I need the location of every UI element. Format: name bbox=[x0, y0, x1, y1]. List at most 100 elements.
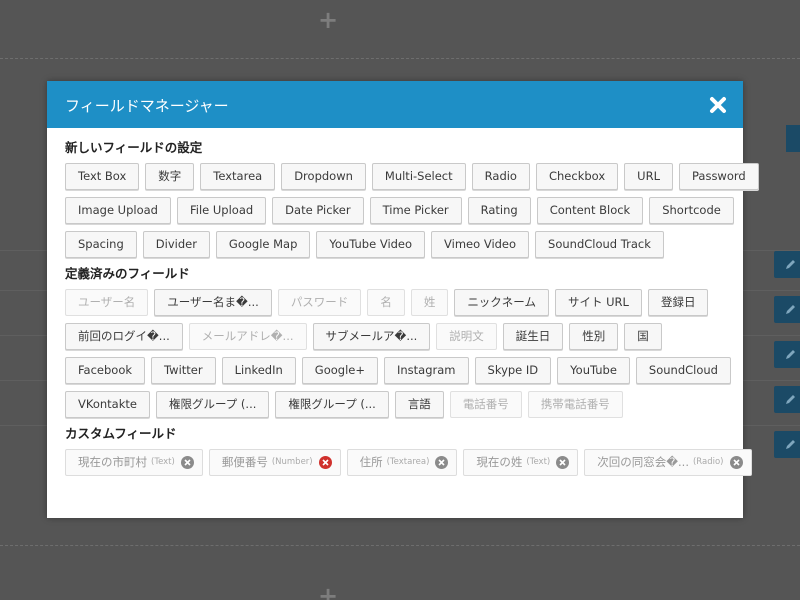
predefined-phone-button: 電話番号 bbox=[449, 391, 522, 418]
add-image-upload-button[interactable]: Image Upload bbox=[65, 197, 171, 224]
background-button[interactable] bbox=[786, 125, 800, 152]
add-multi-select-button[interactable]: Multi-Select bbox=[371, 163, 466, 190]
predefined-last-name-button: 姓 bbox=[410, 289, 449, 316]
predefined-registered-date-button[interactable]: 登録日 bbox=[647, 289, 709, 316]
pencil-icon bbox=[786, 440, 795, 449]
custom-field-next-reunion[interactable]: 次回の同窓会�... (Radio) bbox=[584, 449, 752, 476]
custom-field-label: 現在の市町村 bbox=[78, 455, 147, 469]
add-textarea-button[interactable]: Textarea bbox=[200, 163, 276, 190]
add-checkbox-button[interactable]: Checkbox bbox=[535, 163, 619, 190]
divider bbox=[0, 58, 800, 59]
remove-icon[interactable] bbox=[556, 456, 570, 469]
predefined-role-group-button[interactable]: 権限グループ (... bbox=[275, 391, 389, 418]
add-soundcloud-track-button[interactable]: SoundCloud Track bbox=[535, 231, 664, 258]
modal-body: 新しいフィールドの設定 Text Box 数字 Textarea Dropdow… bbox=[47, 128, 759, 476]
custom-field-type: (Text) bbox=[151, 457, 175, 467]
add-text-box-button[interactable]: Text Box bbox=[65, 163, 140, 190]
section-title-new-fields: 新しいフィールドの設定 bbox=[65, 140, 203, 155]
custom-field-current-last-name[interactable]: 現在の姓 (Text) bbox=[463, 449, 579, 476]
predefined-username-button: ユーザー名 bbox=[65, 289, 149, 316]
add-rating-button[interactable]: Rating bbox=[467, 197, 531, 224]
predefined-google-plus-button[interactable]: Google+ bbox=[301, 357, 378, 384]
remove-icon[interactable] bbox=[435, 456, 449, 469]
predefined-username-or-email-button[interactable]: ユーザー名ま�... bbox=[154, 289, 272, 316]
new-field-row: Image Upload File Upload Date Picker Tim… bbox=[65, 197, 734, 224]
custom-field-label: 住所 bbox=[359, 455, 383, 469]
add-number-button[interactable]: 数字 bbox=[145, 163, 195, 190]
section-title-custom: カスタムフィールド bbox=[65, 426, 177, 441]
section-title-predefined: 定義済みのフィールド bbox=[65, 266, 190, 281]
predefined-password-button: パスワード bbox=[277, 289, 362, 316]
custom-field-label: 郵便番号 bbox=[221, 455, 268, 469]
custom-field-postal-code[interactable]: 郵便番号 (Number) bbox=[208, 449, 341, 476]
predefined-mobile-phone-button: 携帯電話番号 bbox=[527, 391, 623, 418]
edit-button[interactable] bbox=[774, 341, 800, 368]
custom-field-type: (Number) bbox=[271, 457, 313, 467]
predefined-field-row: ユーザー名 ユーザー名ま�... パスワード 名 姓 ニックネーム サイト UR… bbox=[65, 289, 725, 316]
add-divider-button[interactable]: Divider bbox=[142, 231, 210, 258]
edit-button[interactable] bbox=[774, 386, 800, 413]
field-manager-modal: フィールドマネージャー 新しいフィールドの設定 Text Box 数字 Text… bbox=[47, 81, 759, 518]
pencil-icon bbox=[786, 350, 795, 359]
predefined-twitter-button[interactable]: Twitter bbox=[151, 357, 216, 384]
predefined-birthdate-button[interactable]: 誕生日 bbox=[502, 323, 564, 350]
predefined-first-name-button: 名 bbox=[367, 289, 405, 316]
add-date-picker-button[interactable]: Date Picker bbox=[272, 197, 364, 224]
add-spacing-button[interactable]: Spacing bbox=[65, 231, 137, 258]
predefined-field-row: VKontakte 権限グループ (... 権限グループ (... 言語 電話番… bbox=[65, 391, 725, 418]
predefined-secondary-email-button[interactable]: サブメールア�... bbox=[312, 323, 431, 350]
predefined-facebook-button[interactable]: Facebook bbox=[65, 357, 146, 384]
predefined-linkedin-button[interactable]: LinkedIn bbox=[221, 357, 296, 384]
custom-field-current-city[interactable]: 現在の市町村 (Text) bbox=[65, 449, 203, 476]
new-field-row: Spacing Divider Google Map YouTube Video… bbox=[65, 231, 725, 258]
new-field-row: Text Box 数字 Textarea Dropdown Multi-Sele… bbox=[65, 163, 759, 190]
add-radio-button[interactable]: Radio bbox=[471, 163, 530, 190]
predefined-vkontakte-button[interactable]: VKontakte bbox=[65, 391, 150, 418]
add-dropdown-button[interactable]: Dropdown bbox=[281, 163, 366, 190]
custom-field-label: 現在の姓 bbox=[476, 455, 523, 469]
predefined-gender-button[interactable]: 性別 bbox=[569, 323, 619, 350]
add-content-block-button[interactable]: Content Block bbox=[536, 197, 644, 224]
add-vimeo-video-button[interactable]: Vimeo Video bbox=[431, 231, 530, 258]
modal-header: フィールドマネージャー bbox=[47, 81, 743, 128]
predefined-nickname-button[interactable]: ニックネーム bbox=[454, 289, 549, 316]
remove-icon[interactable] bbox=[180, 456, 194, 469]
custom-field-address[interactable]: 住所 (Textarea) bbox=[346, 449, 458, 476]
add-url-button[interactable]: URL bbox=[624, 163, 673, 190]
close-icon[interactable] bbox=[709, 96, 727, 114]
predefined-email-button: メールアドレ�... bbox=[188, 323, 307, 350]
predefined-last-login-button[interactable]: 前回のログイ�... bbox=[65, 323, 183, 350]
add-youtube-video-button[interactable]: YouTube Video bbox=[316, 231, 426, 258]
predefined-soundcloud-button[interactable]: SoundCloud bbox=[635, 357, 731, 384]
add-row-plus-icon[interactable]: + bbox=[318, 584, 338, 600]
custom-field-type: (Radio) bbox=[692, 457, 724, 467]
custom-field-type: (Textarea) bbox=[386, 457, 430, 467]
predefined-language-button[interactable]: 言語 bbox=[394, 391, 444, 418]
add-time-picker-button[interactable]: Time Picker bbox=[369, 197, 462, 224]
remove-icon[interactable] bbox=[318, 456, 332, 469]
predefined-site-url-button[interactable]: サイト URL bbox=[554, 289, 642, 316]
pencil-icon bbox=[786, 260, 795, 269]
custom-field-label: 次回の同窓会�... bbox=[597, 455, 689, 469]
predefined-instagram-button[interactable]: Instagram bbox=[384, 357, 469, 384]
add-file-upload-button[interactable]: File Upload bbox=[176, 197, 267, 224]
predefined-skype-id-button[interactable]: Skype ID bbox=[474, 357, 552, 384]
predefined-description-button: 説明文 bbox=[436, 323, 497, 350]
edit-button[interactable] bbox=[774, 296, 800, 323]
predefined-field-row: Facebook Twitter LinkedIn Google+ Instag… bbox=[65, 357, 731, 384]
predefined-field-row: 前回のログイ�... メールアドレ�... サブメールア�... 説明文 誕生日… bbox=[65, 323, 725, 350]
add-row-plus-icon[interactable]: + bbox=[318, 8, 338, 32]
edit-button[interactable] bbox=[774, 431, 800, 458]
add-shortcode-button[interactable]: Shortcode bbox=[649, 197, 734, 224]
modal-title: フィールドマネージャー bbox=[65, 97, 229, 115]
remove-icon[interactable] bbox=[729, 456, 743, 469]
predefined-country-button[interactable]: 国 bbox=[624, 323, 662, 350]
add-google-map-button[interactable]: Google Map bbox=[215, 231, 311, 258]
predefined-youtube-button[interactable]: YouTube bbox=[557, 357, 630, 384]
divider bbox=[0, 545, 800, 546]
custom-field-row: 現在の市町村 (Text) 郵便番号 (Number) 住所 (Textarea… bbox=[65, 449, 752, 476]
pencil-icon bbox=[786, 305, 795, 314]
edit-button[interactable] bbox=[774, 251, 800, 278]
add-password-button[interactable]: Password bbox=[678, 163, 759, 190]
predefined-role-group-button[interactable]: 権限グループ (... bbox=[155, 391, 270, 418]
